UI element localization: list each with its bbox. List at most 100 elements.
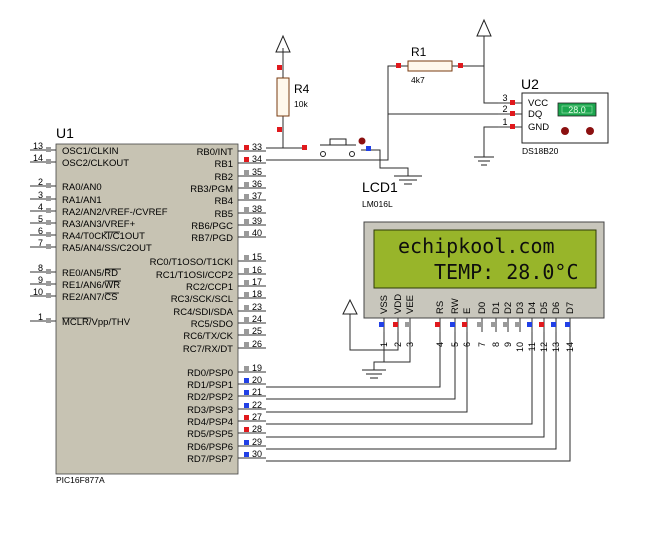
lcd-pin-label: E	[462, 308, 473, 314]
u2-pin-marker	[510, 100, 515, 105]
mcu-pin-number-left: 3	[38, 190, 43, 200]
mcu-pin-number-left: 6	[38, 226, 43, 236]
lcd-pin-number: 14	[565, 342, 575, 352]
mcu-pin-marker-right	[244, 427, 249, 432]
wire-rd6-d6	[266, 332, 557, 450]
ground-switch	[394, 175, 422, 185]
u2-part-label: DS18B20	[522, 146, 559, 156]
push-button-switch[interactable]	[302, 137, 371, 157]
lcd-pin-number: 7	[477, 342, 487, 347]
mcu-pin-number-left: 14	[33, 153, 43, 163]
mcu-pin-marker-right	[244, 182, 249, 187]
u2-button-up[interactable]	[586, 127, 594, 135]
mcu-pin-number-right: 30	[252, 449, 262, 459]
mcu-pin-marker-left	[46, 269, 51, 274]
r1-value-label: 4k7	[411, 75, 425, 85]
lcd-lm016l[interactable]: LCD1 LM016L echipkool.com TEMP: 28.0°C V…	[362, 179, 605, 352]
mcu-pin-number-right: 28	[252, 424, 262, 434]
mcu-pin-marker-left	[46, 159, 51, 164]
mcu-pin-label-right: RC0/T1OSO/T1CKI	[150, 257, 233, 268]
lcd-pin-label: D5	[539, 302, 550, 314]
mcu-pin-label-right: RB7/PGD	[191, 233, 233, 244]
mcu-pin-number-right: 33	[252, 142, 262, 152]
mcu-pic16f877a[interactable]: U1 PIC16F877A 13 OSC1/CLKIN14 OSC2/CLKOUT2…	[30, 125, 266, 485]
wire-vcc-u2	[483, 36, 498, 104]
mcu-pin-number-left: 13	[33, 141, 43, 151]
lcd-pin-label: RW	[450, 298, 461, 314]
resistor-r4[interactable]: R4 10k	[275, 34, 310, 132]
resistor-r1[interactable]: R1 4k7	[396, 45, 463, 85]
r1-body	[407, 60, 453, 72]
mcu-pin-marker-right	[244, 329, 249, 334]
mcu-pin-number-right: 22	[252, 400, 262, 410]
lcd-pin-marker	[450, 322, 455, 327]
wire-r1-left	[387, 65, 408, 114]
mcu-pin-label-right: RB2	[215, 172, 233, 183]
mcu-pin-marker-right	[244, 231, 249, 236]
mcu-pin-marker-right	[244, 440, 249, 445]
mcu-pin-number-right: 29	[252, 437, 262, 447]
lcd-pin-marker	[527, 322, 532, 327]
wire-switch-ground	[361, 149, 409, 176]
mcu-pin-label-right: RC3/SCK/SCL	[171, 294, 233, 305]
sensor-ds18b20[interactable]: U2 28.0 DS18B20 3 VCC 2 DQ 1 GND	[498, 76, 609, 156]
mcu-pin-marker-left	[46, 293, 51, 298]
mcu-pin-marker-right	[244, 403, 249, 408]
mcu-pin-number-left: 4	[38, 202, 43, 212]
mcu-pin-number-left: 5	[38, 214, 43, 224]
r4-body	[276, 77, 290, 117]
mcu-pin-number-right: 19	[252, 363, 262, 373]
mcu-pin-number-right: 26	[252, 339, 262, 349]
mcu-pin-marker-left	[46, 220, 51, 225]
mcu-pin-label-right: RB0/INT	[197, 147, 234, 158]
u2-pin-label: DQ	[528, 109, 542, 120]
mcu-pin-label-right: RD6/PSP6	[187, 442, 233, 453]
lcd-pin-number: 4	[435, 342, 445, 347]
lcd-pin-marker	[491, 322, 496, 327]
lcd-pin-marker	[477, 322, 482, 327]
mcu-pin-number-right: 39	[252, 216, 262, 226]
mcu-pin-marker-right	[244, 170, 249, 175]
mcu-pin-marker-right	[244, 145, 249, 150]
r4-value-label: 10k	[294, 99, 308, 109]
mcu-pin-label-left: RA0/AN0	[62, 182, 102, 193]
mcu-pin-marker-right	[244, 292, 249, 297]
mcu-pin-marker-left	[46, 196, 51, 201]
lcd-pin-number: 12	[539, 342, 549, 352]
wire-lcd-vdd	[349, 314, 399, 351]
wire-rb1-dq	[266, 113, 498, 161]
mcu-pin-number-left: 2	[38, 177, 43, 187]
mcu-pin-label-right: RC5/SDO	[191, 319, 233, 330]
mcu-pin-marker-left	[46, 147, 51, 152]
mcu-pin-label-left: MCLR/Vpp/THV	[62, 317, 131, 328]
lcd-pin-number: 1	[379, 342, 389, 347]
r4-pin-top	[277, 65, 282, 70]
u2-pin-marker	[510, 111, 515, 116]
lcd-pin-label: VSS	[379, 295, 390, 314]
u2-button-down[interactable]	[561, 127, 569, 135]
mcu-pin-label-left: RA2/AN2/VREF-/CVREF	[62, 207, 168, 218]
mcu-pin-marker-right	[244, 207, 249, 212]
ground-u2	[474, 156, 494, 166]
lcd-pin-label: D4	[527, 302, 538, 314]
schematic-canvas: U1 PIC16F877A 13 OSC1/CLKIN 14 OSC2/CLKOUT 2…	[0, 0, 653, 535]
mcu-pin-marker-left	[46, 232, 51, 237]
u2-ref-label: U2	[521, 76, 539, 92]
u2-pin-label: GND	[528, 122, 549, 133]
mcu-pin-number-right: 36	[252, 179, 262, 189]
u1-part-label: PIC16F877A	[56, 475, 105, 485]
mcu-pin-number-left: 10	[33, 287, 43, 297]
switch-contact-left	[320, 151, 326, 157]
mcu-pin-marker-right	[244, 452, 249, 457]
lcd-pin-number: 13	[551, 342, 561, 352]
lcd-pin-number: 6	[462, 342, 472, 347]
mcu-pin-label-left: OSC2/CLKOUT	[62, 158, 129, 169]
lcd-pin-label: RS	[435, 301, 446, 314]
wire-rd1-rs	[266, 332, 441, 388]
mcu-pin-label-right: RC6/TX/CK	[183, 331, 233, 342]
mcu-pin-marker-right	[244, 366, 249, 371]
lcd-pins: VSS 1 VDD 2 VEE 3 RS 4 RW 5 E 6 D0 7 D1 8 D2 9 D3 10 D4 11 D5 1…	[379, 294, 576, 352]
lcd-pin-number: 10	[515, 342, 525, 352]
lcd-pin-marker	[565, 322, 570, 327]
u1-ref-label: U1	[56, 125, 74, 141]
